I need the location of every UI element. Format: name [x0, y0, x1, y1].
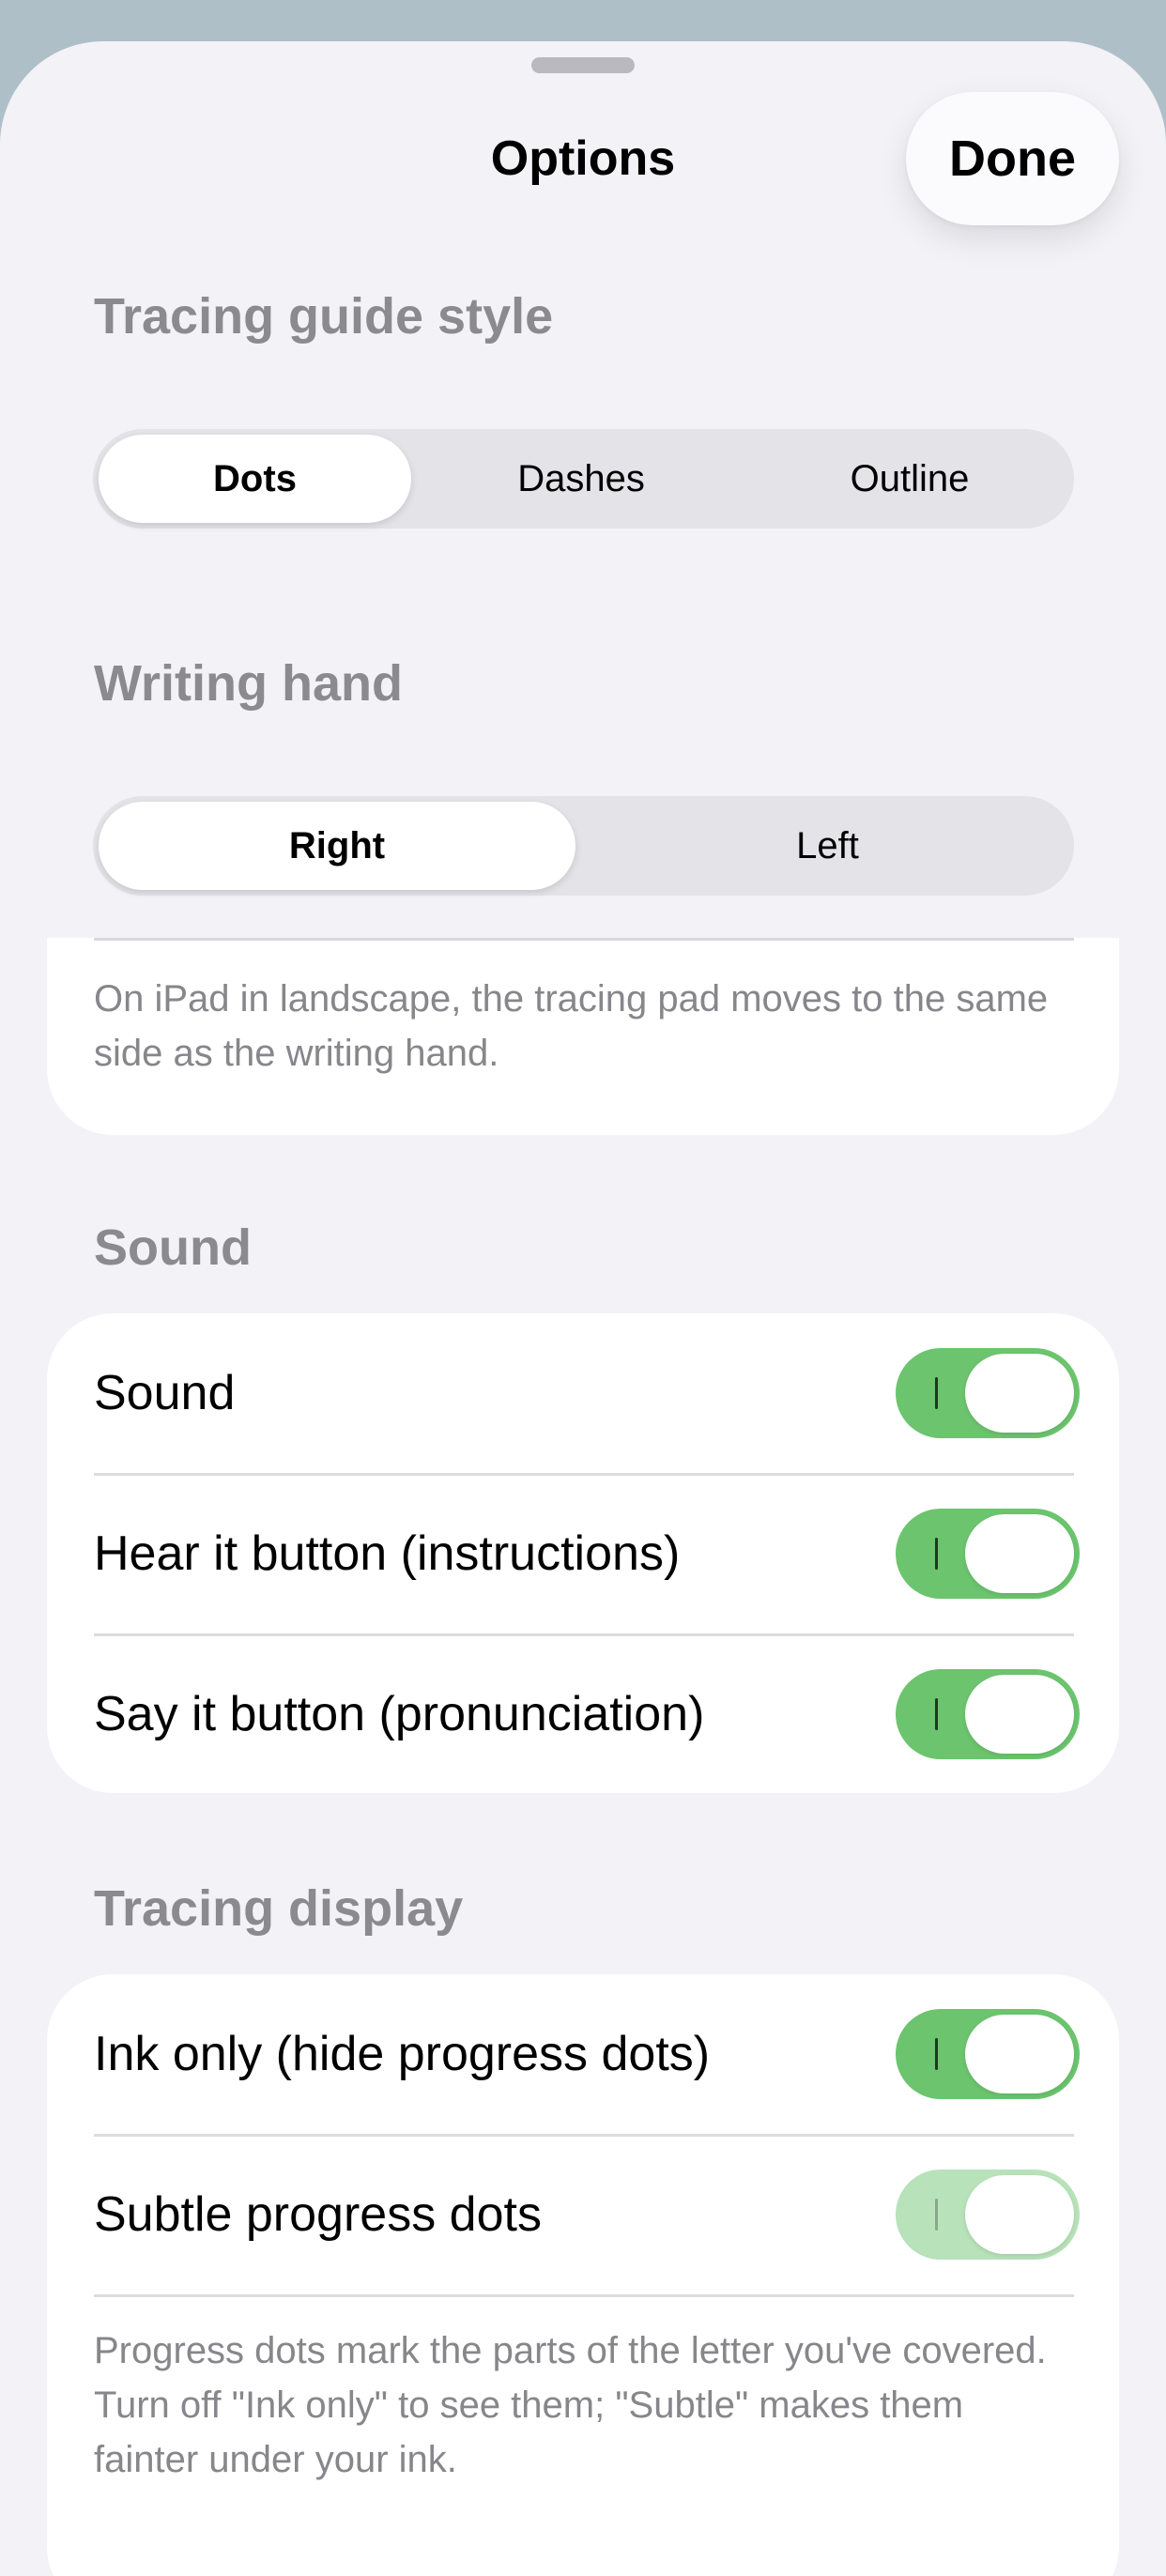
tracing-display-footnote: Progress dots mark the parts of the lett…: [94, 2330, 1047, 2480]
toggle-knob: [965, 1514, 1074, 1593]
segment-right[interactable]: Right: [93, 796, 581, 896]
say-it-row: Say it button (pronunciation): [47, 1634, 1119, 1794]
segment-dashes[interactable]: Dashes: [417, 429, 745, 529]
toggle-knob: [965, 2175, 1074, 2254]
toggle-on-mark: [935, 2199, 938, 2231]
say-it-toggle[interactable]: [896, 1669, 1080, 1759]
writing-hand-segmented-control: Right Left: [93, 796, 1074, 896]
toggle-knob: [965, 1675, 1074, 1754]
toggle-on-mark: [935, 1698, 938, 1730]
toggle-on-mark: [935, 2038, 938, 2070]
sound-toggle[interactable]: [896, 1348, 1080, 1438]
tracing-display-card: Ink only (hide progress dots) Subtle pro…: [47, 1974, 1119, 2576]
sound-row-label: Sound: [94, 1366, 236, 1420]
subtle-dots-row-label: Subtle progress dots: [94, 2187, 542, 2242]
toggle-on-mark: [935, 1538, 938, 1570]
section-header-tracing-display: Tracing display: [94, 1880, 464, 1937]
section-header-sound: Sound: [94, 1219, 252, 1276]
tracing-guide-segmented-control: Dots Dashes Outline: [93, 429, 1074, 529]
ink-only-toggle[interactable]: [896, 2009, 1080, 2099]
done-button[interactable]: Done: [906, 92, 1119, 225]
options-sheet: Options Done Tracing guide style Dots Da…: [0, 41, 1166, 2576]
hear-it-row-label: Hear it button (instructions): [94, 1526, 681, 1581]
say-it-row-label: Say it button (pronunciation): [94, 1687, 705, 1741]
toggle-on-mark: [935, 1377, 938, 1409]
writing-hand-footnote-card: On iPad in landscape, the tracing pad mo…: [47, 938, 1119, 1135]
writing-hand-footnote: On iPad in landscape, the tracing pad mo…: [94, 978, 1049, 1074]
toggle-knob: [965, 2015, 1074, 2093]
hear-it-toggle[interactable]: [896, 1509, 1080, 1599]
sound-row: Sound: [47, 1313, 1119, 1473]
section-header-writing-hand: Writing hand: [94, 655, 403, 712]
section-header-tracing-guide: Tracing guide style: [94, 288, 554, 345]
subtle-dots-row: Subtle progress dots: [47, 2135, 1119, 2294]
toggle-knob: [965, 1354, 1074, 1433]
sheet-grabber[interactable]: [531, 57, 635, 73]
divider: [94, 2294, 1074, 2297]
segment-left[interactable]: Left: [581, 796, 1074, 896]
segment-outline[interactable]: Outline: [745, 429, 1074, 529]
hear-it-row: Hear it button (instructions): [47, 1474, 1119, 1633]
subtle-dots-toggle[interactable]: [896, 2170, 1080, 2260]
segment-dots[interactable]: Dots: [93, 429, 417, 529]
ink-only-row-label: Ink only (hide progress dots): [94, 2027, 711, 2081]
ink-only-row: Ink only (hide progress dots): [47, 1974, 1119, 2134]
divider: [94, 938, 1074, 941]
sound-settings-card: Sound Hear it button (instructions) Say …: [47, 1313, 1119, 1793]
